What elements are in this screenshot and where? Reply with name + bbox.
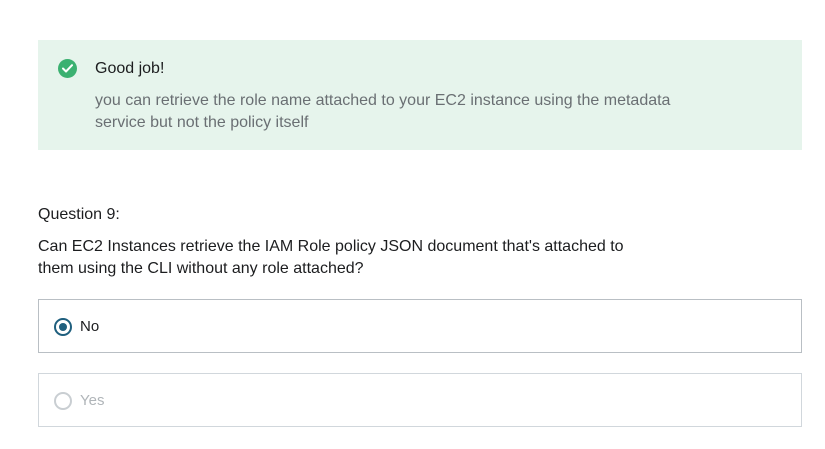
radio-unselected-icon[interactable] — [54, 392, 72, 410]
feedback-banner: Good job! you can retrieve the role name… — [38, 40, 802, 150]
answer-option-yes[interactable]: Yes — [38, 373, 802, 427]
feedback-explanation: you can retrieve the role name attached … — [95, 92, 671, 131]
answer-option-label: No — [80, 318, 100, 335]
answer-option-no[interactable]: No — [38, 299, 802, 353]
question-text: Can EC2 Instances retrieve the IAM Role … — [38, 238, 624, 277]
answer-option-label: Yes — [80, 392, 105, 409]
feedback-title: Good job! — [95, 60, 165, 77]
quiz-page: Good job! you can retrieve the role name… — [0, 0, 825, 449]
question-number: Question 9: — [38, 206, 120, 223]
radio-selected-icon[interactable] — [54, 318, 72, 336]
check-circle-icon — [58, 59, 77, 78]
